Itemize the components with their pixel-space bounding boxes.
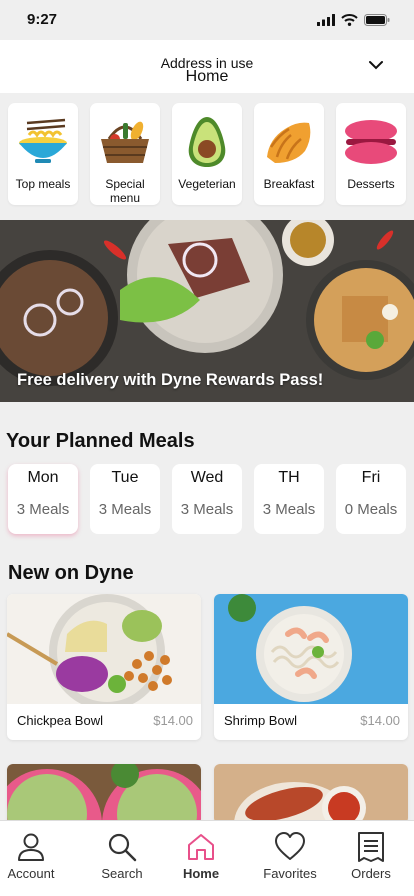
tab-label: Account <box>7 866 55 881</box>
bottom-tab-bar: Account Search Home Favorites Orders <box>0 820 414 896</box>
picnic-basket-icon <box>101 121 149 163</box>
status-bar: 9:27 <box>0 0 414 40</box>
day-name: Fri <box>361 469 381 486</box>
person-icon <box>18 833 44 861</box>
category-special-menu[interactable]: Special menu <box>90 103 160 205</box>
meal-price: $14.00 <box>153 713 193 728</box>
category-label: Desserts <box>347 177 395 191</box>
chevron-down-icon[interactable] <box>366 55 386 75</box>
category-label: Top meals <box>15 177 71 191</box>
tab-home[interactable]: Home <box>160 821 242 887</box>
day-name: Mon <box>27 469 59 486</box>
tab-label: Orders <box>351 866 391 881</box>
category-desserts[interactable]: Desserts <box>336 103 406 205</box>
meal-card-partial[interactable] <box>7 764 201 824</box>
day-name: TH <box>278 469 300 486</box>
category-vegeterian[interactable]: Vegeterian <box>172 103 242 205</box>
day-name: Tue <box>111 469 139 486</box>
receipt-icon <box>358 832 384 862</box>
tab-orders[interactable]: Orders <box>330 821 412 887</box>
tab-account[interactable]: Account <box>0 821 72 887</box>
category-top-meals[interactable]: Top meals <box>8 103 78 205</box>
day-card-mon[interactable]: Mon 3 Meals <box>8 464 78 534</box>
wifi-icon <box>341 14 358 26</box>
meal-card-shrimp-bowl[interactable]: Shrimp Bowl $14.00 <box>214 594 408 740</box>
avocado-icon <box>188 117 226 167</box>
chickpea-bowl-image <box>7 594 201 704</box>
address-value: Home <box>185 68 229 85</box>
shrimp-bowl-image <box>214 594 408 704</box>
signal-icon <box>317 14 335 26</box>
day-meal-count: 3 Meals <box>16 501 70 518</box>
planned-meals-title: Your Planned Meals <box>6 430 195 452</box>
meal-card-partial[interactable] <box>214 764 408 824</box>
home-icon <box>188 834 214 860</box>
category-row: Top meals Special menu Vegeterian Breakf… <box>0 93 414 215</box>
croissant-icon <box>267 122 311 163</box>
promo-text: Free delivery with Dyne Rewards Pass! <box>17 371 324 389</box>
promo-banner[interactable]: Free delivery with Dyne Rewards Pass! <box>0 220 414 402</box>
meal-price: $14.00 <box>360 713 400 728</box>
status-time: 9:27 <box>27 11 58 28</box>
status-icons <box>317 14 390 26</box>
search-icon <box>108 833 137 862</box>
tab-favorites[interactable]: Favorites <box>249 821 331 887</box>
day-meal-count: 3 Meals <box>262 501 316 518</box>
pizza-image <box>7 764 201 824</box>
day-card-wed[interactable]: Wed 3 Meals <box>172 464 242 534</box>
day-meal-count: 0 Meals <box>344 501 398 518</box>
day-card-tue[interactable]: Tue 3 Meals <box>90 464 160 534</box>
category-label: Vegeterian <box>178 177 236 191</box>
day-meal-count: 3 Meals <box>180 501 234 518</box>
battery-icon <box>364 14 390 26</box>
day-card-fri[interactable]: Fri 0 Meals <box>336 464 406 534</box>
day-name: Wed <box>190 469 224 486</box>
macaron-icon <box>345 120 397 164</box>
tab-label: Favorites <box>263 866 317 881</box>
meal-name: Shrimp Bowl <box>224 713 297 728</box>
address-selector[interactable]: Address in use Home <box>0 40 414 93</box>
noodle-bowl-icon <box>19 118 67 163</box>
meal-name: Chickpea Bowl <box>17 713 103 728</box>
meal-card-chickpea-bowl[interactable]: Chickpea Bowl $14.00 <box>7 594 201 740</box>
category-label: Breakfast <box>263 177 315 191</box>
category-breakfast[interactable]: Breakfast <box>254 103 324 205</box>
tab-search[interactable]: Search <box>81 821 163 887</box>
heart-icon <box>275 832 305 860</box>
category-label: Special menu <box>105 177 145 205</box>
day-card-th[interactable]: TH 3 Meals <box>254 464 324 534</box>
new-on-dyne-title: New on Dyne <box>8 562 134 584</box>
day-meal-count: 3 Meals <box>98 501 152 518</box>
tacos-image <box>214 764 408 824</box>
tab-label: Search <box>101 866 143 881</box>
tab-label: Home <box>182 866 220 881</box>
